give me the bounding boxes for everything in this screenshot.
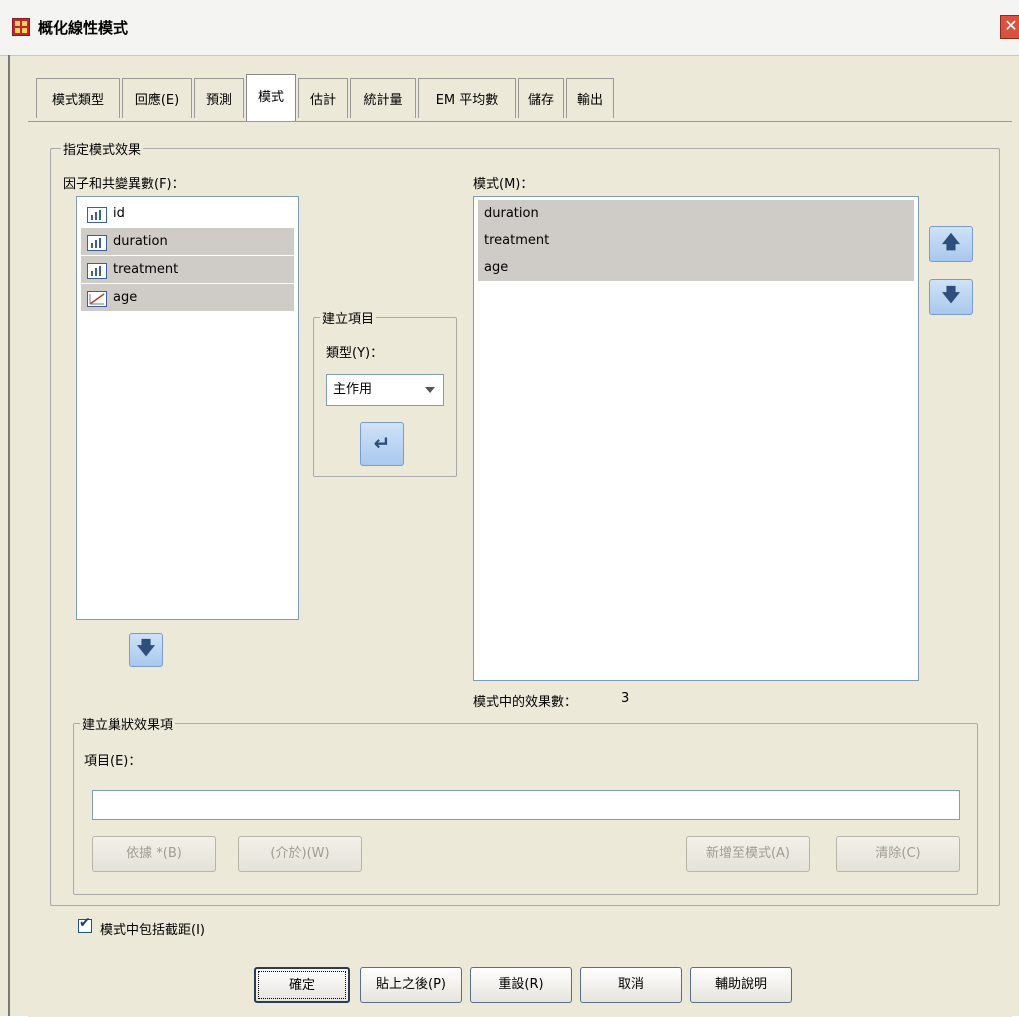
list-item[interactable]: duration bbox=[81, 228, 294, 255]
term-label: 項目(E)： bbox=[84, 754, 142, 769]
list-item[interactable]: age bbox=[81, 284, 294, 311]
list-item[interactable]: treatment bbox=[478, 227, 914, 254]
tab-content-panel: 指定模式效果 因子和共變異數(F)： id duration treatment… bbox=[28, 121, 1012, 1017]
model-term: duration bbox=[484, 206, 539, 221]
within-button[interactable]: (介於)(W) bbox=[238, 836, 362, 872]
tab-estimation[interactable]: 估計 bbox=[298, 78, 348, 118]
scale-icon bbox=[87, 206, 107, 223]
arrow-up-icon: 🡅 bbox=[941, 232, 961, 253]
factor-name: treatment bbox=[113, 262, 179, 277]
add-to-model-button[interactable]: 新增至模式(A) bbox=[686, 836, 810, 872]
effects-count-value: 3 bbox=[621, 691, 630, 706]
title-bar: 概化線性模式 ✕ bbox=[0, 0, 1019, 56]
close-button[interactable]: ✕ bbox=[1000, 15, 1019, 39]
model-terms-listbox[interactable]: duration treatment age bbox=[473, 196, 919, 681]
help-button[interactable]: 輔助說明 bbox=[690, 967, 792, 1003]
arrow-enter-icon: ↵ bbox=[373, 431, 391, 455]
list-item[interactable]: id bbox=[81, 200, 294, 227]
type-label: 類型(Y)： bbox=[326, 346, 384, 361]
paste-button[interactable]: 貼上之後(P) bbox=[360, 967, 462, 1003]
tab-label: 估計 bbox=[309, 93, 336, 108]
app-grid-icon bbox=[12, 18, 30, 36]
arrow-down-icon: 🡇 bbox=[941, 285, 961, 306]
tab-label: 統計量 bbox=[363, 93, 403, 108]
factor-name: age bbox=[113, 290, 138, 305]
tab-label: 模式類型 bbox=[51, 93, 104, 108]
tab-label: 模式 bbox=[257, 90, 284, 105]
model-term: age bbox=[484, 260, 509, 275]
tab-label: 輸出 bbox=[576, 93, 603, 108]
scale-icon bbox=[87, 234, 107, 251]
list-item[interactable]: treatment bbox=[81, 256, 294, 283]
nested-term-group: 建立巢狀效果項 項目(E)： 依據 *(B) (介於)(W) 新增至模式(A) … bbox=[73, 714, 978, 895]
tab-label: 回應(E) bbox=[134, 93, 180, 108]
checkmark-icon: ✔ bbox=[79, 915, 91, 931]
nested-term-input[interactable] bbox=[92, 790, 960, 820]
list-item[interactable]: age bbox=[478, 254, 914, 281]
list-item[interactable]: duration bbox=[478, 200, 914, 227]
effects-count-label: 模式中的效果數： bbox=[473, 695, 578, 710]
tab-statistics[interactable]: 統計量 bbox=[350, 78, 416, 118]
move-down-button[interactable]: 🡇 bbox=[929, 279, 973, 315]
model-term: treatment bbox=[484, 233, 550, 248]
tab-export[interactable]: 輸出 bbox=[566, 78, 614, 118]
tab-model-type[interactable]: 模式類型 bbox=[36, 78, 120, 118]
covariate-icon bbox=[87, 290, 107, 307]
group-title: 建立巢狀效果項 bbox=[80, 714, 176, 733]
model-effects-group: 指定模式效果 因子和共變異數(F)： id duration treatment… bbox=[50, 139, 1000, 906]
add-term-button[interactable]: ↵ bbox=[360, 422, 404, 466]
tab-label: 儲存 bbox=[527, 93, 554, 108]
by-button[interactable]: 依據 *(B) bbox=[92, 836, 216, 872]
intercept-label: 模式中包括截距(I) bbox=[100, 923, 205, 938]
reset-button[interactable]: 重設(R) bbox=[470, 967, 572, 1003]
tab-em-means[interactable]: EM 平均數 bbox=[418, 78, 516, 118]
close-icon: ✕ bbox=[1004, 16, 1018, 35]
tab-label: EM 平均數 bbox=[435, 93, 499, 108]
factor-name: duration bbox=[113, 234, 168, 249]
window-title: 概化線性模式 bbox=[38, 19, 129, 37]
tab-model[interactable]: 模式 bbox=[246, 74, 296, 122]
tab-save[interactable]: 儲存 bbox=[518, 78, 564, 118]
cancel-button[interactable]: 取消 bbox=[580, 967, 682, 1003]
tab-label: 預測 bbox=[205, 93, 232, 108]
term-type-value: 主作用 bbox=[333, 382, 373, 397]
factor-name: id bbox=[113, 206, 125, 221]
chevron-down-icon bbox=[425, 387, 435, 393]
term-type-select[interactable]: 主作用 bbox=[326, 374, 444, 406]
model-label: 模式(M)： bbox=[473, 177, 534, 192]
clear-button[interactable]: 清除(C) bbox=[836, 836, 960, 872]
ok-button[interactable]: 確定 bbox=[254, 967, 350, 1003]
build-term-group: 建立項目 類型(Y)： 主作用 ↵ bbox=[313, 308, 457, 477]
move-down-factor-button[interactable]: 🡇 bbox=[129, 633, 163, 667]
factors-listbox[interactable]: id duration treatment age bbox=[76, 196, 299, 620]
group-title: 建立項目 bbox=[320, 308, 377, 327]
arrow-down-icon: 🡇 bbox=[136, 638, 156, 659]
tab-response[interactable]: 回應(E) bbox=[122, 78, 192, 118]
move-up-button[interactable]: 🡅 bbox=[929, 226, 973, 262]
window-frame-left bbox=[8, 55, 10, 1016]
dialog-window: 概化線性模式 ✕ 模式類型 回應(E) 預測 模式 估計 統計量 EM 平均數 … bbox=[0, 0, 1019, 1017]
group-title: 指定模式效果 bbox=[61, 139, 144, 158]
tab-predictors[interactable]: 預測 bbox=[194, 78, 244, 118]
scale-icon bbox=[87, 262, 107, 279]
intercept-checkbox[interactable]: ✔ bbox=[78, 915, 92, 933]
factors-label: 因子和共變異數(F)： bbox=[63, 177, 185, 192]
